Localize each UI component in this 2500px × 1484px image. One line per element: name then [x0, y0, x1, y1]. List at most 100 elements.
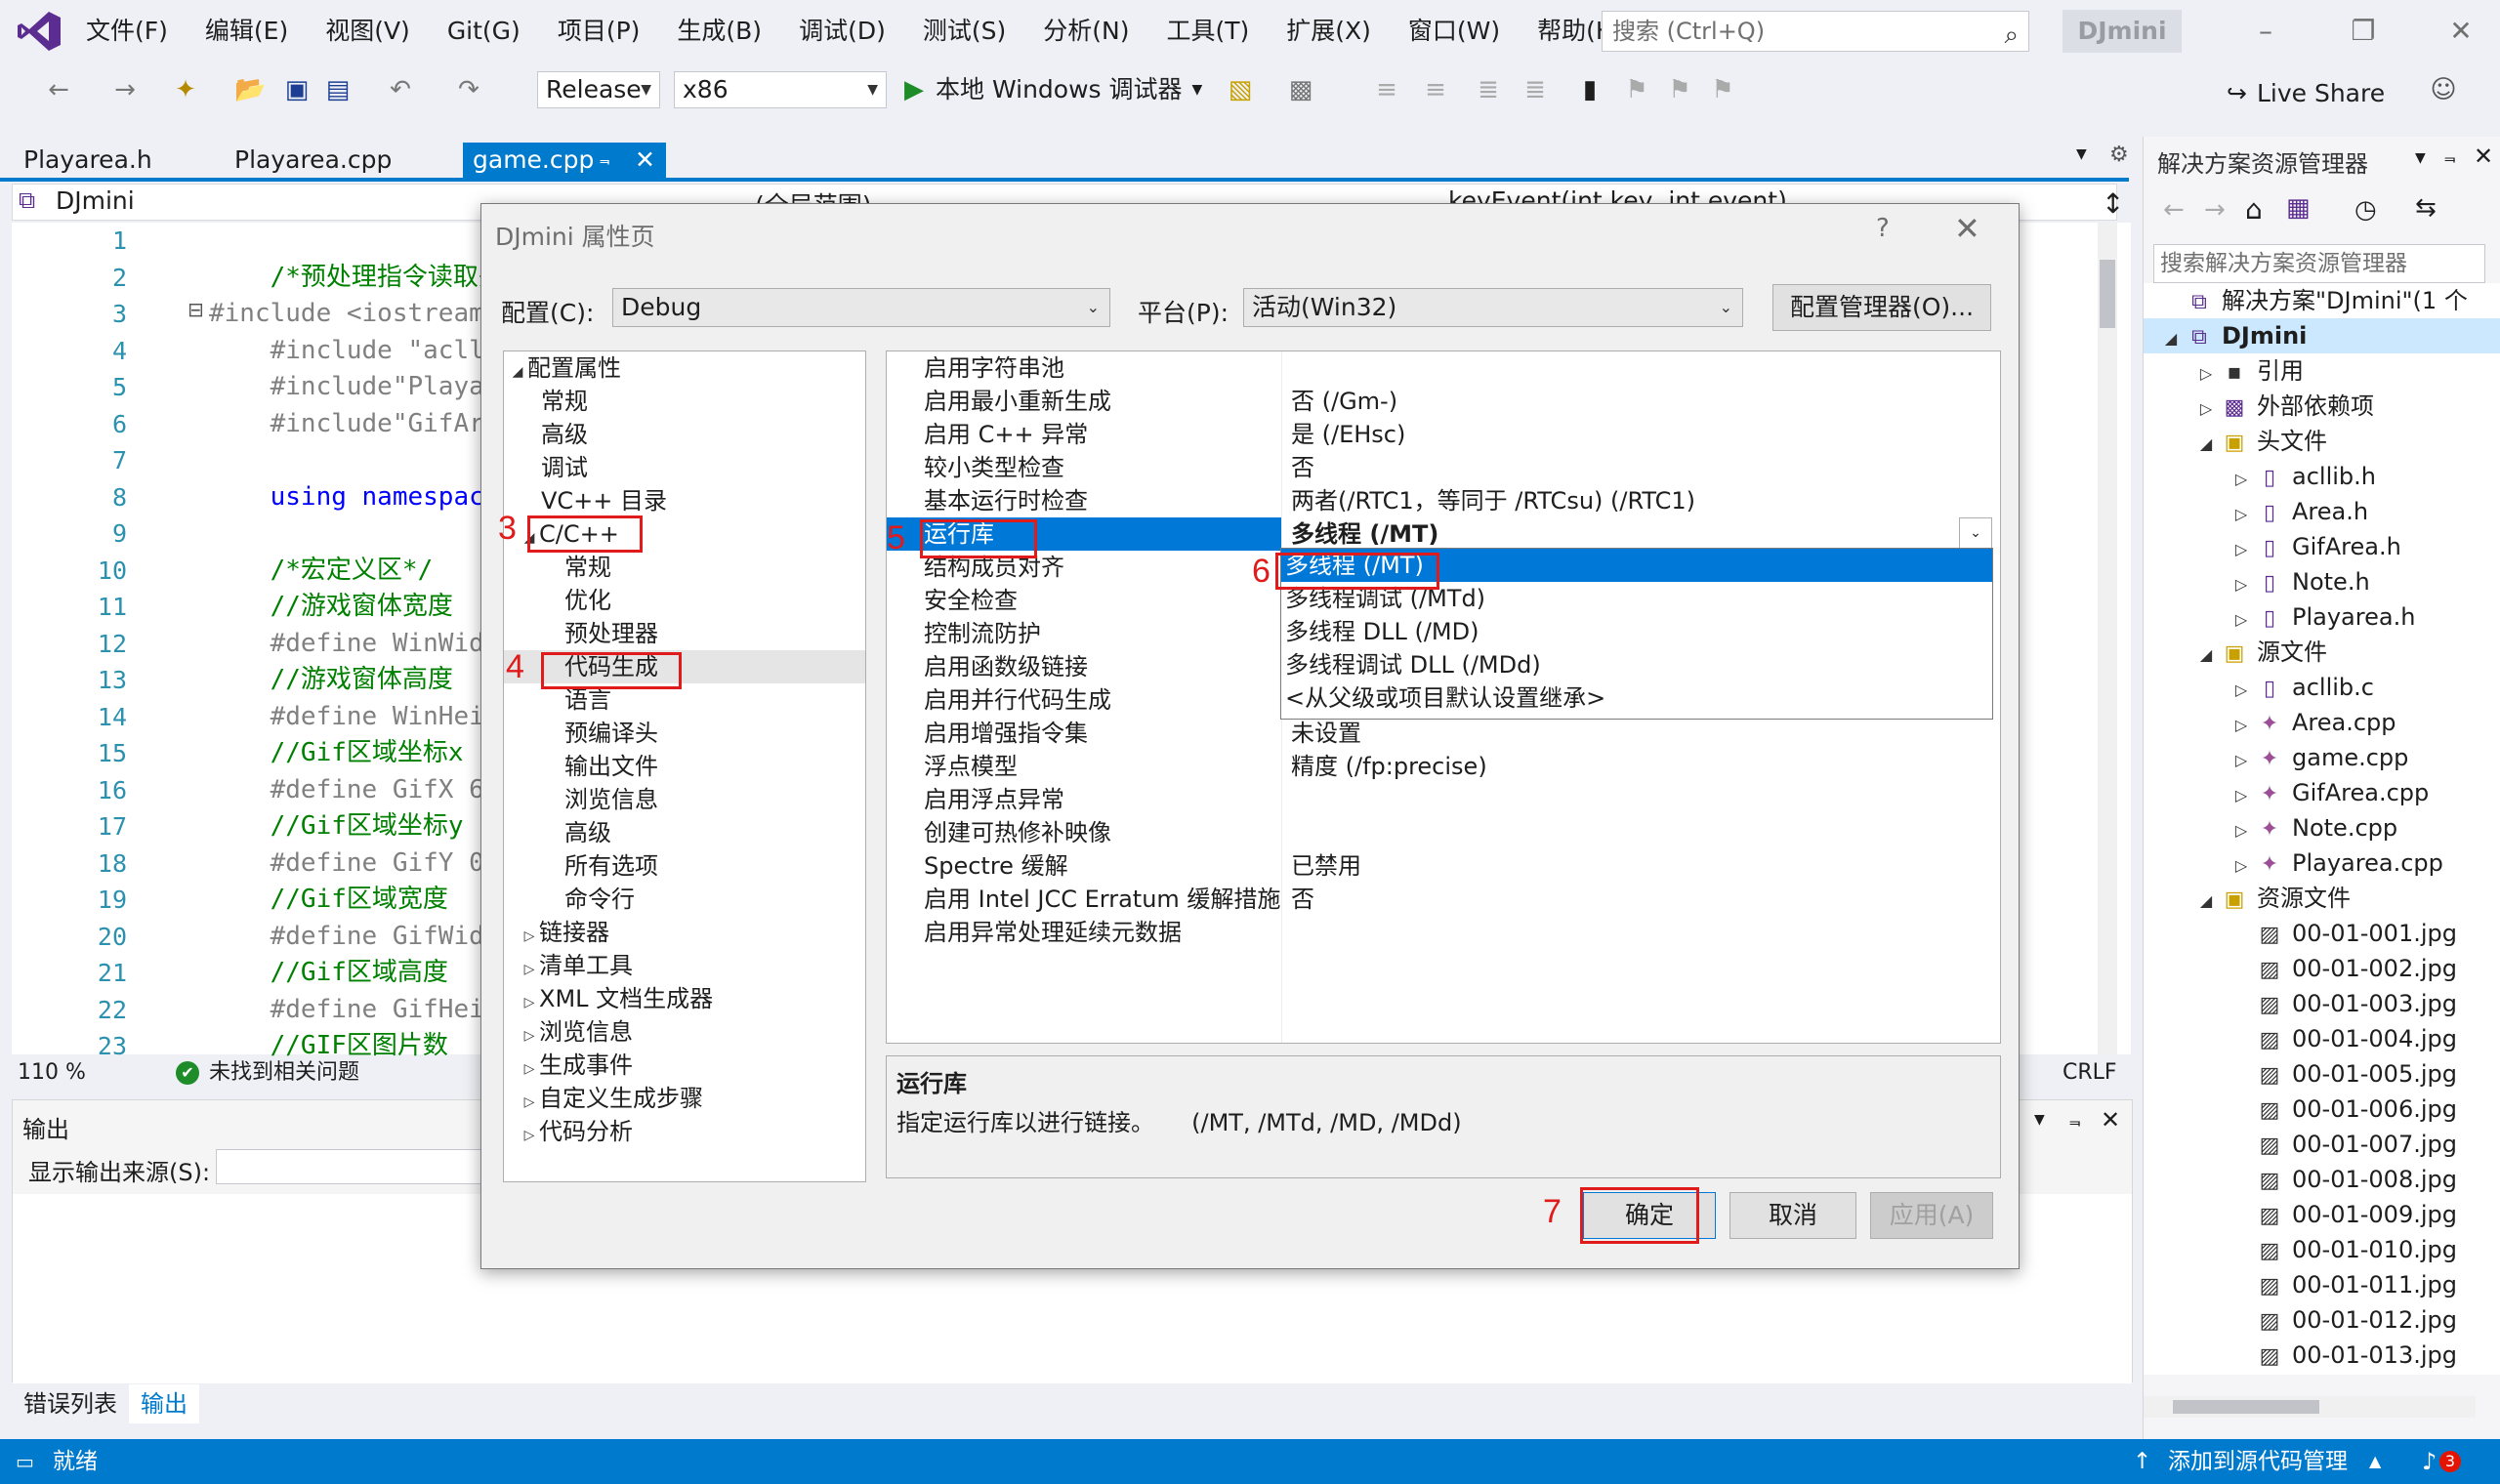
redo-icon[interactable]: ↷: [453, 74, 484, 105]
tree-item[interactable]: ▨ 00-01-003.jpg: [2144, 986, 2500, 1021]
collapsed-caret-icon[interactable]: ▷: [2228, 532, 2255, 567]
save-icon[interactable]: ▣: [281, 74, 312, 105]
property-row[interactable]: 浮点模型 精度 (/fp:precise): [887, 750, 2000, 783]
tree-item[interactable]: ▷ ▯ Playarea.h: [2144, 599, 2500, 635]
tree-item[interactable]: ▨ 00-01-009.jpg: [2144, 1197, 2500, 1232]
code-line[interactable]: #include "acllib.h": [209, 333, 502, 370]
switch-views-icon[interactable]: ▦: [2286, 193, 2311, 223]
collapsed-caret-icon[interactable]: ▷: [2228, 497, 2255, 532]
property-row[interactable]: 启用最小重新生成 否 (/Gm-): [887, 385, 2000, 418]
menu-item[interactable]: 视图(V): [308, 0, 430, 62]
tree-item[interactable]: ▨ 00-01-005.jpg: [2144, 1056, 2500, 1092]
property-row[interactable]: Spectre 缓解 已禁用: [887, 849, 2000, 883]
split-editor-icon[interactable]: ↕: [2102, 187, 2124, 220]
collapsed-caret-icon[interactable]: ▷: [520, 1086, 539, 1119]
code-content[interactable]: /*预处理指令读取头文件*/#include <iostream> #inclu…: [209, 223, 502, 1065]
code-line[interactable]: #include"Playarea.h": [209, 369, 502, 406]
collapse-region-icon[interactable]: ⊟: [188, 298, 204, 321]
nav-tree-item[interactable]: 常规: [504, 385, 865, 418]
tree-item[interactable]: ▷ ▯ Area.h: [2144, 494, 2500, 529]
save-all-icon[interactable]: ▤: [322, 74, 354, 105]
prev-bookmark-icon[interactable]: ⚑: [1621, 74, 1652, 105]
feedback-icon[interactable]: ☺: [2428, 74, 2459, 105]
menu-item[interactable]: 测试(S): [905, 0, 1025, 62]
property-row[interactable]: 启用浮点异常: [887, 783, 2000, 816]
zoom-combo[interactable]: 110 %: [18, 1056, 86, 1090]
home-icon[interactable]: ⌂: [2245, 193, 2263, 226]
forward-icon[interactable]: →: [109, 74, 141, 105]
nav-tree-item[interactable]: ▷ 清单工具: [504, 949, 865, 982]
solution-explorer-search-input[interactable]: 搜索解决方案资源管理器: [2153, 244, 2485, 283]
tree-item[interactable]: ▨ 00-01-002.jpg: [2144, 951, 2500, 986]
tree-item[interactable]: ▨ 00-01-010.jpg: [2144, 1232, 2500, 1267]
apply-button[interactable]: 应用(A): [1870, 1192, 1993, 1239]
dropdown-option[interactable]: <从父级或项目默认设置继承>: [1281, 681, 1992, 715]
tree-item[interactable]: ▨ 00-01-011.jpg: [2144, 1267, 2500, 1302]
tab-playarea-h[interactable]: Playarea.h: [14, 143, 162, 180]
tree-item[interactable]: ◢ ▣ 资源文件: [2144, 881, 2500, 916]
code-line[interactable]: [209, 223, 502, 260]
nav-tree-item[interactable]: ▷ 浏览信息: [504, 1015, 865, 1049]
nav-tree-item[interactable]: ◢ 配置属性: [504, 351, 865, 385]
comment-icon[interactable]: ≣: [1473, 74, 1504, 105]
collapsed-caret-icon[interactable]: ▷: [2228, 778, 2255, 813]
tree-item[interactable]: ▷ ▪ 引用: [2144, 353, 2500, 389]
nav-tree-item[interactable]: VC++ 目录: [504, 484, 865, 517]
collapsed-caret-icon[interactable]: ▷: [520, 1052, 539, 1086]
nav-tree-item[interactable]: 浏览信息: [504, 783, 865, 816]
property-row[interactable]: 基本运行时检查 两者(/RTC1，等同于 /RTCsu) (/RTC1): [887, 484, 2000, 517]
help-button[interactable]: ?: [1876, 214, 1890, 243]
property-row[interactable]: 创建可热修补映像: [887, 816, 2000, 849]
property-row[interactable]: 启用字符串池: [887, 351, 2000, 385]
nav-tree-item[interactable]: ▷ 自定义生成步骤: [504, 1082, 865, 1115]
tree-item[interactable]: ▷ ✦ game.cpp: [2144, 740, 2500, 775]
property-row[interactable]: 启用异常处理延续元数据: [887, 916, 2000, 949]
tree-item[interactable]: ▨ 00-01-013.jpg: [2144, 1338, 2500, 1373]
collapsed-caret-icon[interactable]: ▷: [2228, 848, 2255, 884]
tree-item[interactable]: ▷ ✦ Area.cpp: [2144, 705, 2500, 740]
property-value[interactable]: [1283, 916, 1996, 949]
property-value[interactable]: [1283, 351, 1996, 385]
code-line[interactable]: //游戏窗体宽度: [209, 589, 502, 626]
solution-platform-combo[interactable]: x86 ▼: [674, 71, 887, 108]
dropdown-option[interactable]: 多线程调试 DLL (/MDd): [1281, 648, 1992, 681]
tab-game-cpp[interactable]: game.cpp ⫬ ✕: [463, 143, 666, 180]
tree-item[interactable]: ▨ 00-01-001.jpg: [2144, 916, 2500, 951]
tab-output[interactable]: 输出: [129, 1384, 199, 1423]
menu-item[interactable]: 分析(N): [1025, 0, 1148, 62]
code-line[interactable]: //Gif区域坐标y: [209, 808, 502, 845]
tree-item[interactable]: ◢ ⧉ DJmini: [2144, 318, 2500, 353]
bookmark-icon[interactable]: ▮: [1574, 74, 1605, 105]
property-value[interactable]: 精度 (/fp:precise): [1283, 750, 1996, 783]
expanded-caret-icon[interactable]: ◢: [2192, 427, 2220, 462]
line-ending[interactable]: CRLF: [2062, 1056, 2117, 1090]
menu-item[interactable]: Git(G): [430, 0, 540, 62]
pin-icon[interactable]: ⫬: [2444, 144, 2456, 168]
tree-item[interactable]: ▷ ▯ Note.h: [2144, 564, 2500, 599]
nav-tree-item[interactable]: 命令行: [504, 883, 865, 916]
issues-text[interactable]: 未找到相关问题: [209, 1056, 359, 1090]
indent-icon[interactable]: ≡: [1371, 74, 1402, 105]
live-share-button[interactable]: ↪ Live Share: [2227, 72, 2385, 115]
expanded-caret-icon[interactable]: ◢: [2192, 638, 2220, 673]
property-row[interactable]: 启用增强指令集 未设置: [887, 717, 2000, 750]
tree-item[interactable]: ▨ 00-01-006.jpg: [2144, 1092, 2500, 1127]
nav-tree-item[interactable]: 预处理器: [504, 617, 865, 650]
collapsed-caret-icon[interactable]: ▷: [2228, 567, 2255, 602]
code-line[interactable]: [209, 515, 502, 553]
collapsed-caret-icon[interactable]: ▷: [2228, 602, 2255, 638]
collapsed-caret-icon[interactable]: ▷: [520, 986, 539, 1019]
open-folder-icon[interactable]: 📂: [234, 74, 266, 105]
menu-item[interactable]: 生成(B): [659, 0, 781, 62]
close-tab-icon[interactable]: ✕: [635, 143, 655, 178]
collapsed-caret-icon[interactable]: ▷: [2228, 462, 2255, 497]
project-combo[interactable]: DJmini: [56, 186, 135, 215]
code-line[interactable]: [209, 442, 502, 479]
code-line[interactable]: #include"GifArea.h": [209, 406, 502, 443]
tree-item[interactable]: ▷ ✦ Note.cpp: [2144, 810, 2500, 845]
next-bookmark-icon[interactable]: ⚑: [1664, 74, 1695, 105]
outdent-icon[interactable]: ≡: [1420, 74, 1451, 105]
panel-dropdown-icon[interactable]: ▼: [2415, 150, 2426, 166]
expanded-caret-icon[interactable]: ◢: [508, 355, 527, 389]
code-line[interactable]: //Gif区域宽度: [209, 882, 502, 919]
